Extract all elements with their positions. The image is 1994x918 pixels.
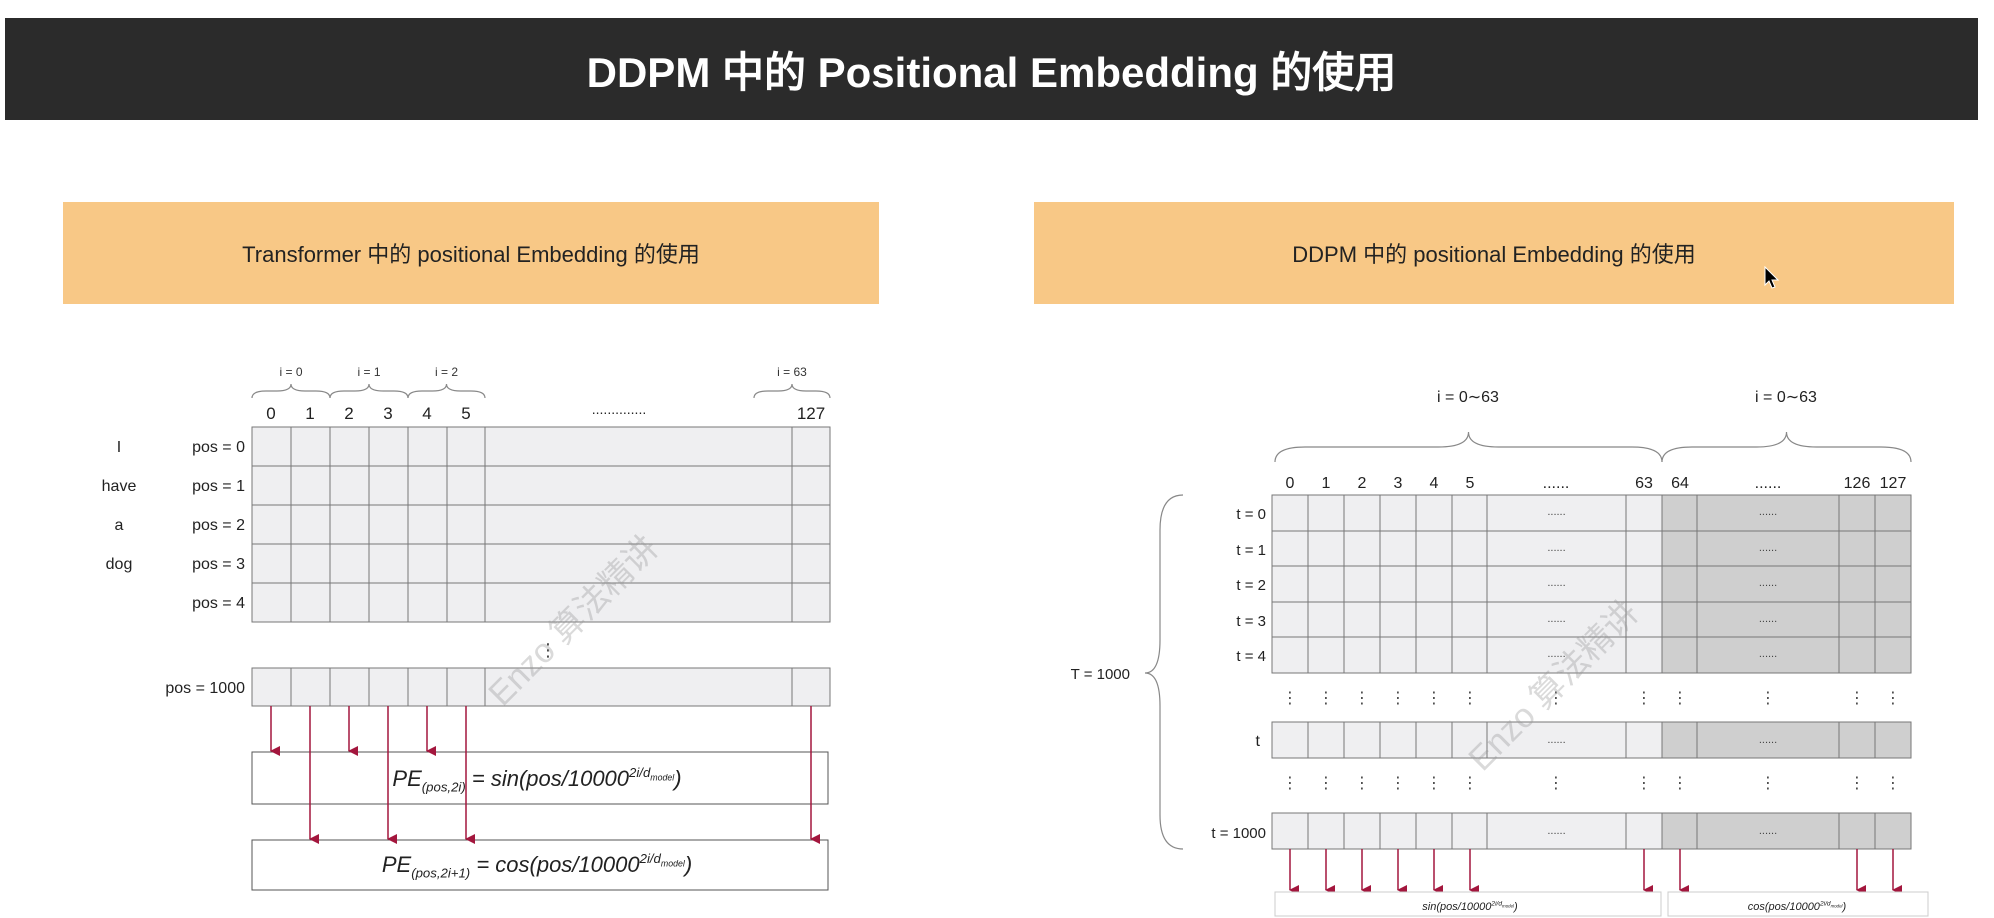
vertical-ellipsis: ⋮ (1636, 690, 1652, 707)
column-index-label: 5 (461, 404, 470, 423)
vertical-ellipsis: ⋮ (1760, 775, 1776, 792)
column-index-label: 63 (1635, 475, 1653, 492)
column-index-label: 3 (1394, 475, 1403, 492)
last-timestep-label: t = 1000 (1211, 825, 1266, 842)
position-row-label: pos = 4 (192, 595, 245, 612)
cell-ellipsis: ...... (1547, 506, 1565, 518)
transformer-diagram: 0 1 2 3 4 5 127.............. i = 0 i = 1 i = 2 i … (102, 365, 831, 891)
vertical-ellipsis: ⋮ (1548, 775, 1564, 792)
vertical-ellipsis: ⋮ (1318, 775, 1334, 792)
vertical-ellipsis: ⋮ (1318, 690, 1334, 707)
cell-ellipsis: ...... (1547, 577, 1565, 589)
embedding-grid (251, 426, 831, 623)
column-index-label: 64 (1671, 475, 1689, 492)
mouse-cursor-icon (1764, 266, 1780, 289)
vertical-ellipsis: ⋮ (1390, 775, 1406, 792)
cell-ellipsis: ...... (1547, 613, 1565, 625)
vertical-ellipsis: ⋮ (1354, 775, 1370, 792)
diagram-canvas: 0 1 2 3 4 5 127.............. i = 0 i = 1 i = 2 i … (102, 365, 1929, 917)
timestep-row-label: t = 2 (1236, 577, 1266, 594)
i-brace-label: i = 2 (435, 365, 458, 379)
i-brace-label: i = 63 (777, 365, 807, 379)
cell-ellipsis: ...... (1547, 825, 1565, 837)
i-brace-label: i = 0 (279, 365, 302, 379)
cell-ellipsis: ...... (1759, 506, 1777, 518)
vertical-ellipsis: ⋮ (1849, 775, 1865, 792)
cos-half-brace (1661, 431, 1912, 463)
column-index-label: 2 (344, 404, 353, 423)
sentence-word: a (115, 517, 124, 534)
vertical-ellipsis: ⋮ (1636, 775, 1652, 792)
column-index-label: 126 (1844, 475, 1871, 492)
vertical-ellipsis: ⋮ (1885, 775, 1901, 792)
sin-half-brace (1274, 431, 1663, 463)
column-index-label: 1 (1322, 475, 1331, 492)
last-position-label: pos = 1000 (165, 680, 245, 697)
vertical-ellipsis: ⋮ (1282, 690, 1298, 707)
column-index-label: 3 (383, 404, 392, 423)
vertical-ellipsis: ⋮ (1426, 690, 1442, 707)
position-row-label: pos = 1 (192, 478, 245, 495)
cos-half-label: i = 0∼63 (1755, 389, 1817, 406)
cell-ellipsis: ...... (1759, 613, 1777, 625)
vertical-ellipsis: ⋮ (1462, 775, 1478, 792)
vertical-ellipsis: ⋮ (1354, 690, 1370, 707)
position-row-label: pos = 2 (192, 517, 245, 534)
cell-ellipsis: ...... (1759, 825, 1777, 837)
cell-ellipsis: ...... (1547, 542, 1565, 554)
column-index-label: ...... (1543, 475, 1570, 492)
i-brace (407, 383, 486, 399)
sentence-word: I (117, 439, 121, 456)
column-index-label: 5 (1466, 475, 1475, 492)
vertical-ellipsis: ⋮ (1672, 775, 1688, 792)
column-index-label: 2 (1358, 475, 1367, 492)
cell-ellipsis: ...... (1759, 577, 1777, 589)
ddpm-diagram: ........................................… (1071, 389, 1929, 917)
column-index-label: 127 (797, 404, 825, 423)
vertical-ellipsis: ⋮ (1426, 775, 1442, 792)
cell-ellipsis: ...... (1759, 542, 1777, 554)
vertical-ellipsis: ⋮ (1849, 690, 1865, 707)
timestep-row-label: t = 0 (1236, 506, 1266, 523)
column-ellipsis: .............. (592, 401, 646, 417)
timestep-row-label: t = 1 (1236, 542, 1266, 559)
column-index-label: ...... (1755, 475, 1782, 492)
timestep-row-label: t = 4 (1236, 648, 1266, 665)
column-index-label: 0 (266, 404, 275, 423)
generic-t-label: t (1256, 733, 1261, 750)
i-brace (251, 383, 331, 399)
t-row-dark (1661, 721, 1912, 759)
sentence-word: have (102, 478, 137, 495)
vertical-ellipsis: ⋮ (1760, 690, 1776, 707)
vertical-ellipsis: ⋮ (1282, 775, 1298, 792)
position-row-label: pos = 3 (192, 556, 245, 573)
position-row-label: pos = 0 (192, 439, 245, 456)
sentence-word: dog (106, 556, 133, 573)
cell-ellipsis: ...... (1759, 734, 1777, 746)
i-brace (753, 383, 831, 399)
column-index-label: 4 (1430, 475, 1439, 492)
cell-ellipsis: ...... (1547, 734, 1565, 746)
i-brace (329, 383, 409, 399)
column-index-label: 1 (305, 404, 314, 423)
column-index-label: 127 (1880, 475, 1907, 492)
vertical-ellipsis: ⋮ (1672, 690, 1688, 707)
total-steps-label: T = 1000 (1071, 666, 1130, 683)
timestep-row-label: t = 3 (1236, 613, 1266, 630)
vertical-ellipsis: ⋮ (1885, 690, 1901, 707)
last-timestep-row-light (1271, 812, 1663, 850)
column-index-label: 4 (422, 404, 431, 423)
vertical-ellipsis: ⋮ (1390, 690, 1406, 707)
last-timestep-row-dark (1661, 812, 1912, 850)
column-index-label: 0 (1286, 475, 1295, 492)
cell-ellipsis: ...... (1759, 648, 1777, 660)
vertical-ellipsis: ⋮ (1462, 690, 1478, 707)
i-brace-label: i = 1 (357, 365, 380, 379)
timestep-grid-dark (1661, 494, 1912, 674)
total-steps-brace (1144, 494, 1184, 850)
sin-half-label: i = 0∼63 (1437, 389, 1499, 406)
